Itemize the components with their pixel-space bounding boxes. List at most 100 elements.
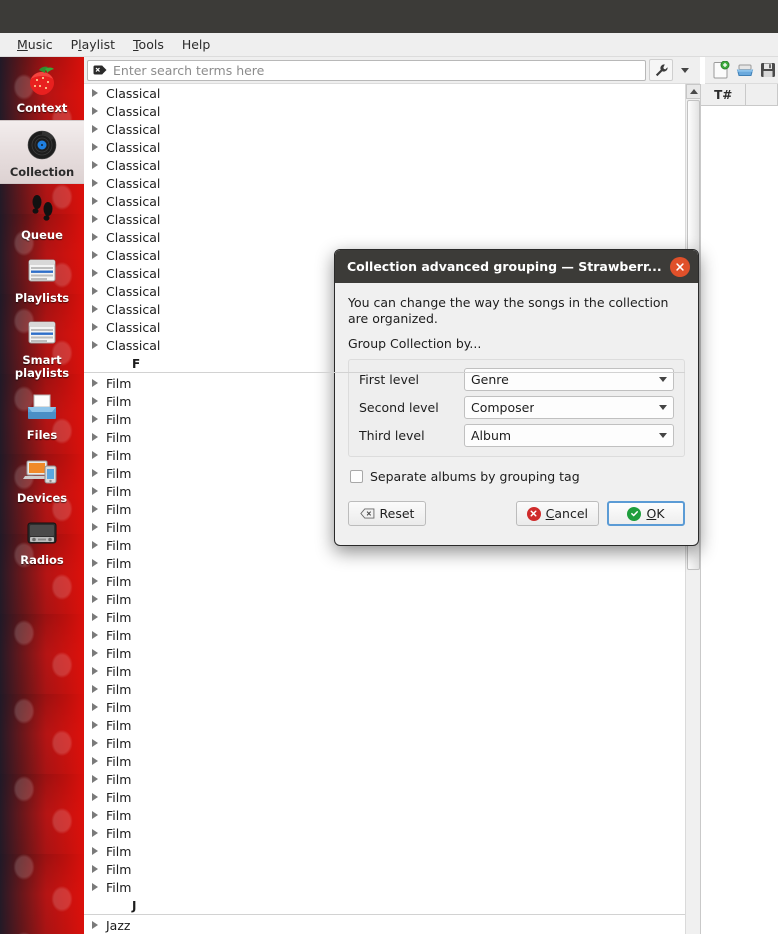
expand-triangle-icon[interactable] [92, 739, 98, 747]
expand-triangle-icon[interactable] [92, 233, 98, 241]
new-playlist-button[interactable] [711, 59, 731, 81]
expand-triangle-icon[interactable] [92, 793, 98, 801]
sidebar-item-playlists[interactable]: Playlists [0, 247, 84, 310]
expand-triangle-icon[interactable] [92, 921, 98, 929]
expand-triangle-icon[interactable] [92, 721, 98, 729]
expand-triangle-icon[interactable] [92, 161, 98, 169]
collection-tree-item[interactable]: Classical [84, 102, 685, 120]
sidebar-item-context[interactable]: Context [0, 57, 84, 120]
expand-triangle-icon[interactable] [92, 379, 98, 387]
search-input[interactable]: Enter search terms here [87, 59, 646, 81]
cancel-button[interactable]: Cancel [515, 501, 599, 526]
collection-tree-item[interactable]: Classical [84, 228, 685, 246]
collection-tree-item[interactable]: Film [84, 554, 685, 572]
expand-triangle-icon[interactable] [92, 541, 98, 549]
menu-tools[interactable]: Tools [124, 35, 173, 54]
expand-triangle-icon[interactable] [92, 883, 98, 891]
collection-tree-item[interactable]: Film [84, 770, 685, 788]
dialog-close-button[interactable] [670, 256, 690, 277]
sidebar-item-queue[interactable]: Queue [0, 184, 84, 247]
collection-tree-item[interactable]: Film [84, 608, 685, 626]
expand-triangle-icon[interactable] [92, 487, 98, 495]
collection-tree-item[interactable]: Film [84, 860, 685, 878]
expand-triangle-icon[interactable] [92, 107, 98, 115]
scroll-up-button[interactable] [686, 84, 701, 99]
expand-triangle-icon[interactable] [92, 433, 98, 441]
menu-help[interactable]: Help [173, 35, 220, 54]
expand-triangle-icon[interactable] [92, 865, 98, 873]
collection-tree-item[interactable]: Film [84, 824, 685, 842]
save-playlist-button[interactable] [758, 59, 778, 81]
expand-triangle-icon[interactable] [92, 179, 98, 187]
expand-triangle-icon[interactable] [92, 143, 98, 151]
expand-triangle-icon[interactable] [92, 847, 98, 855]
expand-triangle-icon[interactable] [92, 125, 98, 133]
expand-triangle-icon[interactable] [92, 757, 98, 765]
expand-triangle-icon[interactable] [92, 577, 98, 585]
search-options-dropdown[interactable] [673, 59, 697, 81]
collection-tree-item[interactable]: Film [84, 878, 685, 896]
expand-triangle-icon[interactable] [92, 341, 98, 349]
collection-tree-item[interactable]: Film [84, 680, 685, 698]
collection-tree-item[interactable]: Classical [84, 192, 685, 210]
expand-triangle-icon[interactable] [92, 829, 98, 837]
expand-triangle-icon[interactable] [92, 415, 98, 423]
expand-triangle-icon[interactable] [92, 649, 98, 657]
collection-tree-item[interactable]: Film [84, 842, 685, 860]
sidebar-item-files[interactable]: Files [0, 384, 84, 447]
expand-triangle-icon[interactable] [92, 197, 98, 205]
collection-tree-item[interactable]: Film [84, 644, 685, 662]
collection-tree-item[interactable]: Film [84, 662, 685, 680]
collection-tree-item[interactable]: Classical [84, 174, 685, 192]
playlist-body[interactable] [701, 106, 778, 934]
second-level-select[interactable]: Composer [464, 396, 674, 419]
collection-tree-item[interactable]: Film [84, 734, 685, 752]
sidebar-item-smart-playlists[interactable]: Smart playlists [0, 309, 84, 384]
collection-tree-item[interactable]: Film [84, 806, 685, 824]
collection-tree-item[interactable]: Film [84, 716, 685, 734]
expand-triangle-icon[interactable] [92, 323, 98, 331]
search-clear-icon[interactable] [93, 63, 107, 77]
expand-triangle-icon[interactable] [92, 89, 98, 97]
sidebar-item-devices[interactable]: Devices [0, 447, 84, 510]
expand-triangle-icon[interactable] [92, 667, 98, 675]
expand-triangle-icon[interactable] [92, 631, 98, 639]
expand-triangle-icon[interactable] [92, 269, 98, 277]
collection-tree-item[interactable]: Film [84, 788, 685, 806]
expand-triangle-icon[interactable] [92, 287, 98, 295]
expand-triangle-icon[interactable] [92, 775, 98, 783]
ok-button[interactable]: OK [607, 501, 685, 526]
expand-triangle-icon[interactable] [92, 251, 98, 259]
collection-tree-item[interactable]: Film [84, 572, 685, 590]
sidebar-item-radios[interactable]: Radios [0, 509, 84, 572]
collection-tree-item[interactable]: Film [84, 752, 685, 770]
collection-tree-item[interactable]: Classical [84, 156, 685, 174]
expand-triangle-icon[interactable] [92, 469, 98, 477]
reset-button[interactable]: Reset [348, 501, 426, 526]
expand-triangle-icon[interactable] [92, 595, 98, 603]
sidebar-item-collection[interactable]: Collection [0, 119, 84, 184]
open-playlist-button[interactable] [735, 59, 755, 81]
collection-tree-item[interactable]: Classical [84, 138, 685, 156]
collection-tree-item[interactable]: Classical [84, 120, 685, 138]
third-level-select[interactable]: Album [464, 424, 674, 447]
expand-triangle-icon[interactable] [92, 451, 98, 459]
menu-playlist[interactable]: Playlist [62, 35, 124, 54]
playlist-column-title[interactable] [746, 84, 778, 105]
playlist-column-track-number[interactable]: T# [701, 84, 747, 105]
menu-music[interactable]: Music [8, 35, 62, 54]
expand-triangle-icon[interactable] [92, 559, 98, 567]
collection-tree-item[interactable]: Jazz [84, 916, 685, 934]
collection-tree-item[interactable]: Film [84, 698, 685, 716]
collection-tree-item[interactable]: Film [84, 626, 685, 644]
expand-triangle-icon[interactable] [92, 703, 98, 711]
expand-triangle-icon[interactable] [92, 685, 98, 693]
expand-triangle-icon[interactable] [92, 613, 98, 621]
collection-tree-item[interactable]: Film [84, 590, 685, 608]
collection-tree-item[interactable]: Classical [84, 210, 685, 228]
expand-triangle-icon[interactable] [92, 215, 98, 223]
expand-triangle-icon[interactable] [92, 397, 98, 405]
separate-albums-label[interactable]: Separate albums by grouping tag [370, 469, 580, 484]
collection-tree-item[interactable]: Classical [84, 84, 685, 102]
search-settings-button[interactable] [649, 59, 673, 81]
